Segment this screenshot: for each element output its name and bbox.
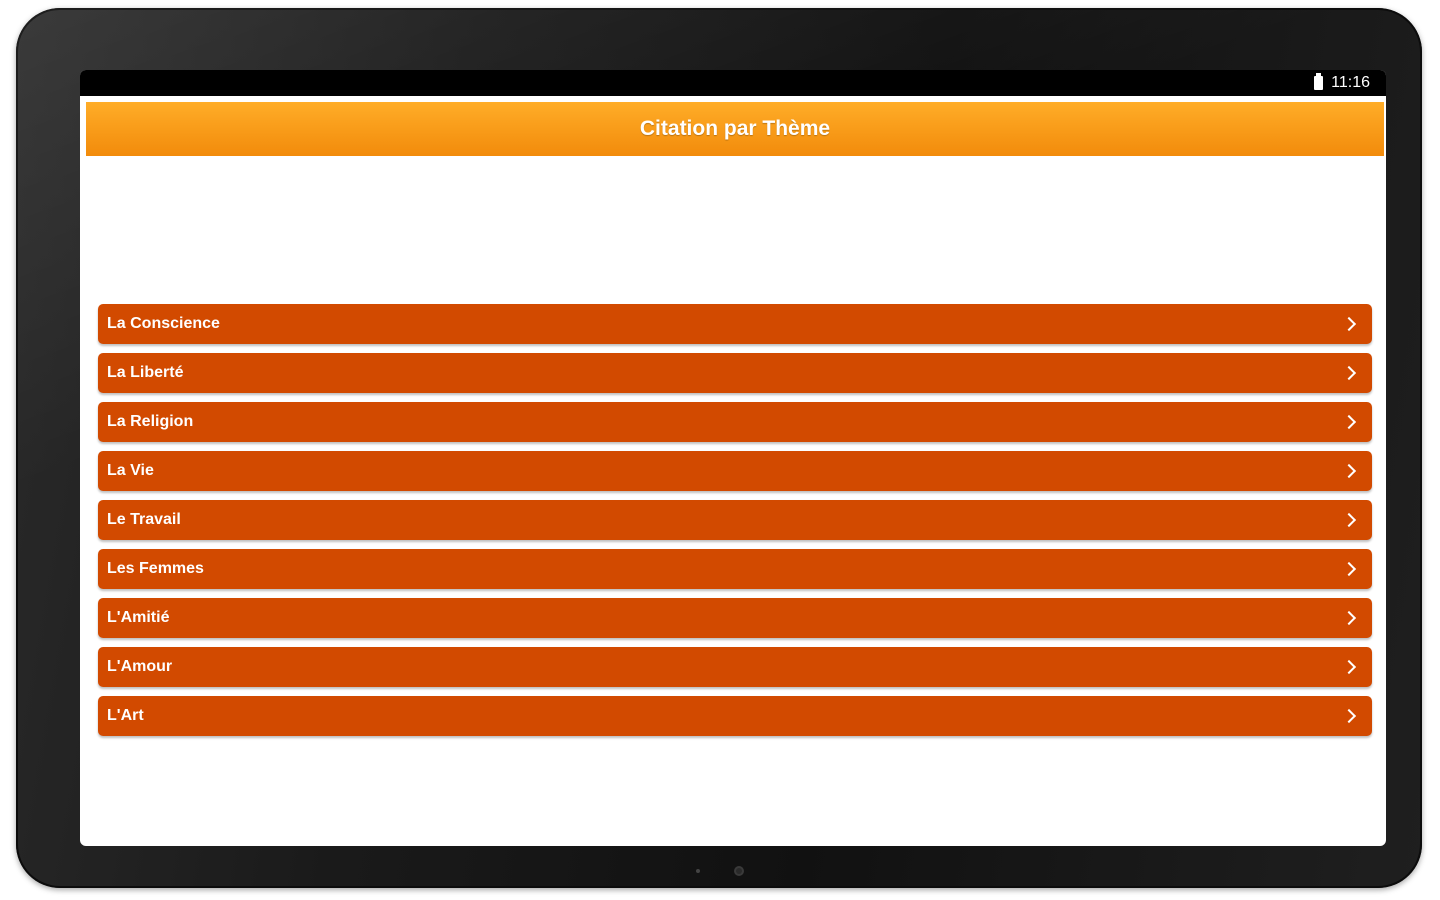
theme-item-label: L'Art (107, 707, 144, 724)
theme-item-label: La Vie (107, 462, 154, 479)
theme-item-label: Les Femmes (107, 560, 204, 577)
app-header: Citation par Thème (86, 102, 1384, 156)
chevron-right-icon (1341, 463, 1357, 479)
app-screen: 11:16 Citation par Thème La Conscience L… (80, 70, 1386, 846)
tablet-frame: 11:16 Citation par Thème La Conscience L… (16, 8, 1422, 888)
theme-item-label: Le Travail (107, 511, 181, 528)
theme-item-amitie[interactable]: L'Amitié (98, 598, 1372, 638)
theme-item-label: L'Amitié (107, 609, 170, 626)
theme-item-label: La Conscience (107, 315, 220, 332)
chevron-right-icon (1341, 610, 1357, 626)
chevron-right-icon (1341, 316, 1357, 332)
chevron-right-icon (1341, 659, 1357, 675)
theme-item-religion[interactable]: La Religion (98, 402, 1372, 442)
chevron-right-icon (1341, 365, 1357, 381)
sensor-dot (696, 869, 700, 873)
theme-item-conscience[interactable]: La Conscience (98, 304, 1372, 344)
theme-item-amour[interactable]: L'Amour (98, 647, 1372, 687)
theme-item-label: La Religion (107, 413, 194, 430)
theme-item-art[interactable]: L'Art (98, 696, 1372, 736)
status-bar: 11:16 (80, 70, 1386, 96)
theme-item-liberte[interactable]: La Liberté (98, 353, 1372, 393)
page-title: Citation par Thème (639, 117, 831, 140)
chevron-right-icon (1341, 708, 1357, 724)
status-time: 11:16 (1331, 74, 1370, 91)
theme-list: La Conscience La Liberté La Religion La … (98, 304, 1372, 745)
theme-item-label: L'Amour (107, 658, 173, 675)
theme-item-travail[interactable]: Le Travail (98, 500, 1372, 540)
camera-icon (736, 868, 742, 874)
chevron-right-icon (1341, 561, 1357, 577)
chevron-right-icon (1341, 512, 1357, 528)
theme-item-vie[interactable]: La Vie (98, 451, 1372, 491)
theme-item-femmes[interactable]: Les Femmes (98, 549, 1372, 589)
battery-icon (1314, 73, 1324, 90)
theme-item-label: La Liberté (107, 364, 184, 381)
chevron-right-icon (1341, 414, 1357, 430)
tablet-bottom-bezel (16, 856, 1422, 886)
